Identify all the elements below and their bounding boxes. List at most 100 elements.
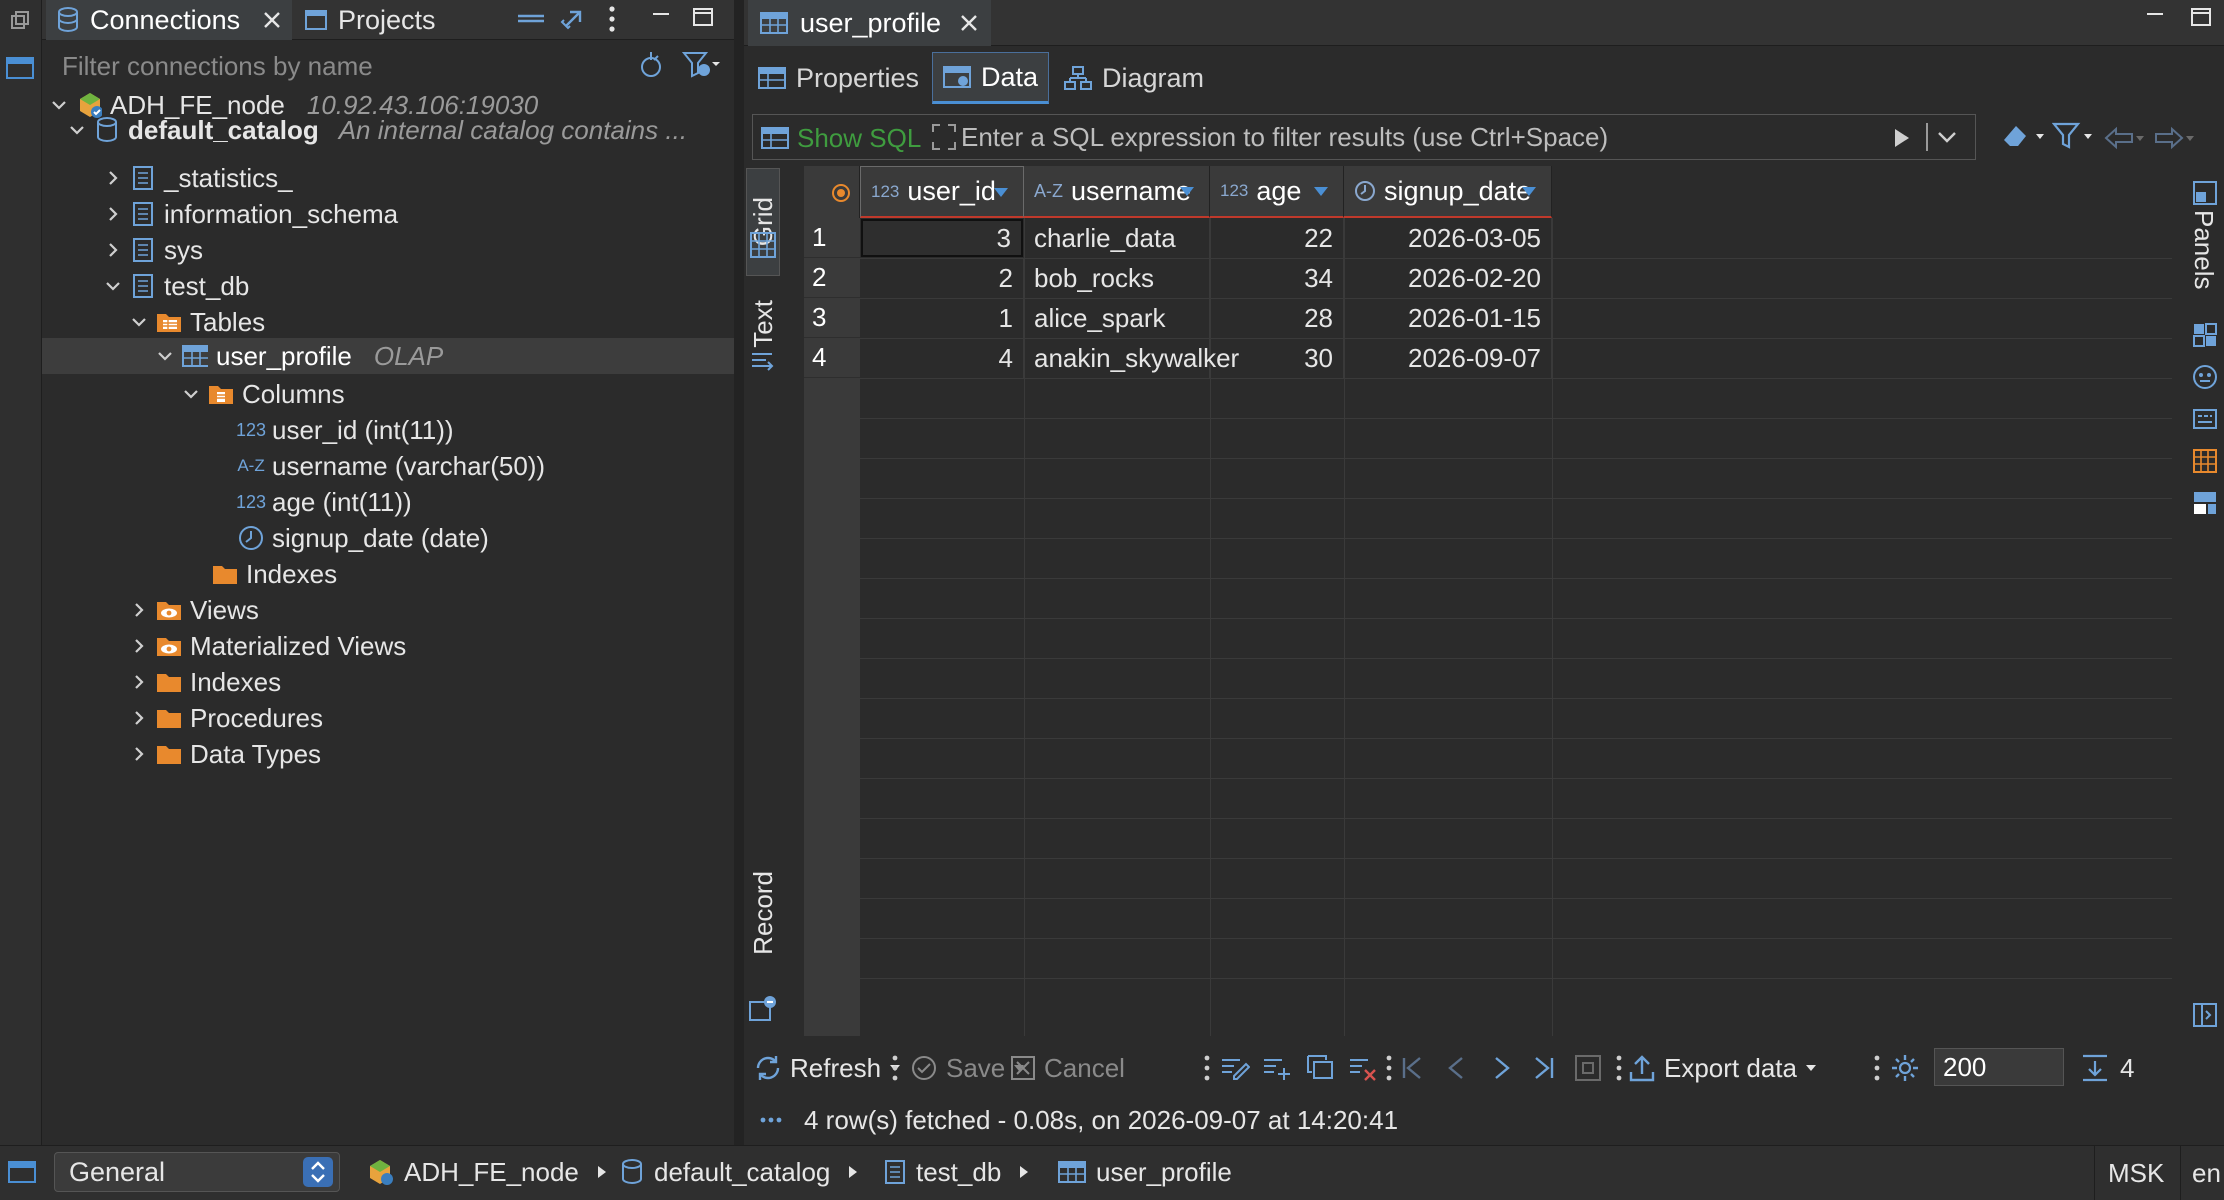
restore-icon[interactable] [9, 10, 31, 32]
maximize-icon[interactable] [692, 6, 714, 28]
cell-username[interactable]: anakin_skywalker [1024, 338, 1239, 378]
breadcrumb-connection[interactable]: ADH_FE_node [366, 1152, 607, 1192]
tree-node-schema[interactable]: _statistics_ [104, 160, 293, 196]
metadata-panel-icon[interactable] [2192, 322, 2218, 348]
cell-signup-date[interactable]: 2026-01-15 [1344, 298, 1552, 338]
back-icon[interactable] [2104, 124, 2150, 154]
row-number[interactable]: 1 [804, 218, 860, 258]
record-icon[interactable] [748, 994, 778, 1024]
cell-age[interactable]: 30 [1210, 338, 1344, 378]
connection-filter-input[interactable] [62, 48, 622, 84]
tree-node-materialized-views[interactable]: Materialized Views [130, 628, 406, 664]
sort-dropdown-icon[interactable] [1521, 186, 1537, 198]
copy-row-icon[interactable] [1306, 1040, 1336, 1096]
timezone-indicator[interactable]: MSK [2108, 1158, 2164, 1189]
tree-node-indexes[interactable]: Indexes [130, 664, 281, 700]
chevron-down-icon[interactable] [50, 96, 68, 114]
filter-settings-icon[interactable] [682, 50, 722, 80]
column-header-age[interactable]: 123 age [1210, 166, 1344, 218]
tree-node-table[interactable]: user_profile OLAP [156, 338, 443, 374]
cell-signup-date[interactable]: 2026-03-05 [1344, 218, 1552, 258]
tree-node-views[interactable]: Views [130, 592, 259, 628]
tab-grid[interactable]: Grid [746, 168, 780, 276]
first-page-icon[interactable] [1400, 1040, 1426, 1096]
editor-tab-user-profile[interactable]: user_profile [748, 0, 992, 46]
fetch-all-icon[interactable] [1574, 1040, 1602, 1096]
tree-node-tables[interactable]: Tables [130, 304, 265, 340]
cell-username[interactable]: charlie_data [1024, 218, 1210, 258]
forward-icon[interactable] [2154, 124, 2200, 154]
tree-node-schema[interactable]: test_db [104, 268, 249, 304]
filter-history-icon[interactable] [1925, 121, 1965, 153]
chevron-down-icon[interactable] [182, 385, 200, 403]
column-header-user-id[interactable]: 123 user_id [860, 166, 1024, 218]
panels-label[interactable]: Panels [2188, 210, 2219, 290]
cell-username[interactable]: alice_spark [1024, 298, 1210, 338]
eraser-icon[interactable] [2000, 120, 2046, 154]
tab-data[interactable]: Data [932, 52, 1050, 104]
text-view-icon[interactable] [750, 350, 776, 376]
tree-node-columns[interactable]: Columns [182, 376, 345, 412]
column-header-username[interactable]: A-Z username [1024, 166, 1210, 218]
add-row-icon[interactable] [1262, 1040, 1292, 1096]
row-number[interactable]: 4 [804, 338, 860, 378]
previous-page-icon[interactable] [1444, 1040, 1470, 1096]
view-menu-icon[interactable] [608, 4, 616, 34]
chevron-down-icon[interactable] [156, 347, 174, 365]
maximize-icon[interactable] [2190, 6, 2212, 28]
breadcrumb-table[interactable]: user_profile [1058, 1152, 1232, 1192]
export-data-button[interactable]: Export data [1628, 1040, 1817, 1096]
chevron-right-icon[interactable] [104, 205, 122, 223]
calc-panel-icon[interactable] [2192, 406, 2218, 432]
close-icon[interactable] [959, 13, 979, 33]
workspace-select[interactable]: General [54, 1152, 340, 1192]
connect-filter-icon[interactable] [638, 50, 668, 80]
chevron-right-icon[interactable] [104, 169, 122, 187]
cell-username[interactable]: bob_rocks [1024, 258, 1210, 298]
cell-user-id[interactable]: 4 [860, 338, 1024, 378]
cell-age[interactable]: 34 [1210, 258, 1344, 298]
cell-user-id[interactable]: 2 [860, 258, 1024, 298]
cell-signup-date[interactable]: 2026-09-07 [1344, 338, 1552, 378]
refresh-button[interactable]: Refresh [754, 1040, 901, 1096]
tab-projects[interactable]: Projects [294, 0, 446, 40]
row-number[interactable]: 3 [804, 298, 860, 338]
more-icon[interactable] [760, 1116, 782, 1124]
panel-toggle-icon[interactable] [8, 1160, 36, 1184]
locale-indicator[interactable]: en [2192, 1158, 2221, 1189]
minimize-icon[interactable] [2144, 6, 2166, 28]
chevron-right-icon[interactable] [130, 637, 148, 655]
value-viewer-icon[interactable] [2192, 364, 2218, 390]
references-panel-icon[interactable] [2192, 490, 2218, 516]
collapse-all-icon[interactable] [516, 10, 546, 30]
panels-icon[interactable] [2192, 180, 2218, 206]
sql-filter-input[interactable] [961, 119, 1861, 155]
chevron-right-icon[interactable] [130, 709, 148, 727]
tree-node-schema[interactable]: sys [104, 232, 203, 268]
cell-signup-date[interactable]: 2026-02-20 [1344, 258, 1552, 298]
sort-dropdown-icon[interactable] [1179, 186, 1195, 198]
row-select-icon[interactable] [830, 182, 852, 204]
cell-user-id[interactable]: 1 [860, 298, 1024, 338]
next-page-icon[interactable] [1488, 1040, 1514, 1096]
tree-node-data-types[interactable]: Data Types [130, 736, 321, 772]
last-page-icon[interactable] [1530, 1040, 1556, 1096]
dropdown-arrow-icon[interactable] [1805, 1063, 1817, 1073]
column-header-signup-date[interactable]: signup_date [1344, 166, 1552, 218]
tree-node-column[interactable]: 123 age (int(11)) [236, 484, 412, 520]
tree-node-schema[interactable]: information_schema [104, 196, 398, 232]
result-limit-input[interactable] [1934, 1048, 2064, 1086]
link-editor-icon[interactable] [560, 6, 588, 34]
chevron-right-icon[interactable] [130, 745, 148, 763]
chevron-right-icon[interactable] [130, 673, 148, 691]
tree-node-indexes[interactable]: Indexes [212, 556, 337, 592]
minimize-icon[interactable] [650, 6, 672, 28]
grouping-panel-icon[interactable] [2192, 448, 2218, 474]
save-button[interactable]: Save [910, 1040, 1025, 1096]
tree-node-column[interactable]: A-Z username (varchar(50)) [237, 448, 545, 484]
tree-node-procedures[interactable]: Procedures [130, 700, 323, 736]
panel-toggle-icon[interactable] [6, 56, 34, 80]
tab-diagram[interactable]: Diagram [1054, 52, 1214, 104]
delete-row-icon[interactable] [1348, 1040, 1378, 1096]
breadcrumb-schema[interactable]: test_db [884, 1152, 1029, 1192]
